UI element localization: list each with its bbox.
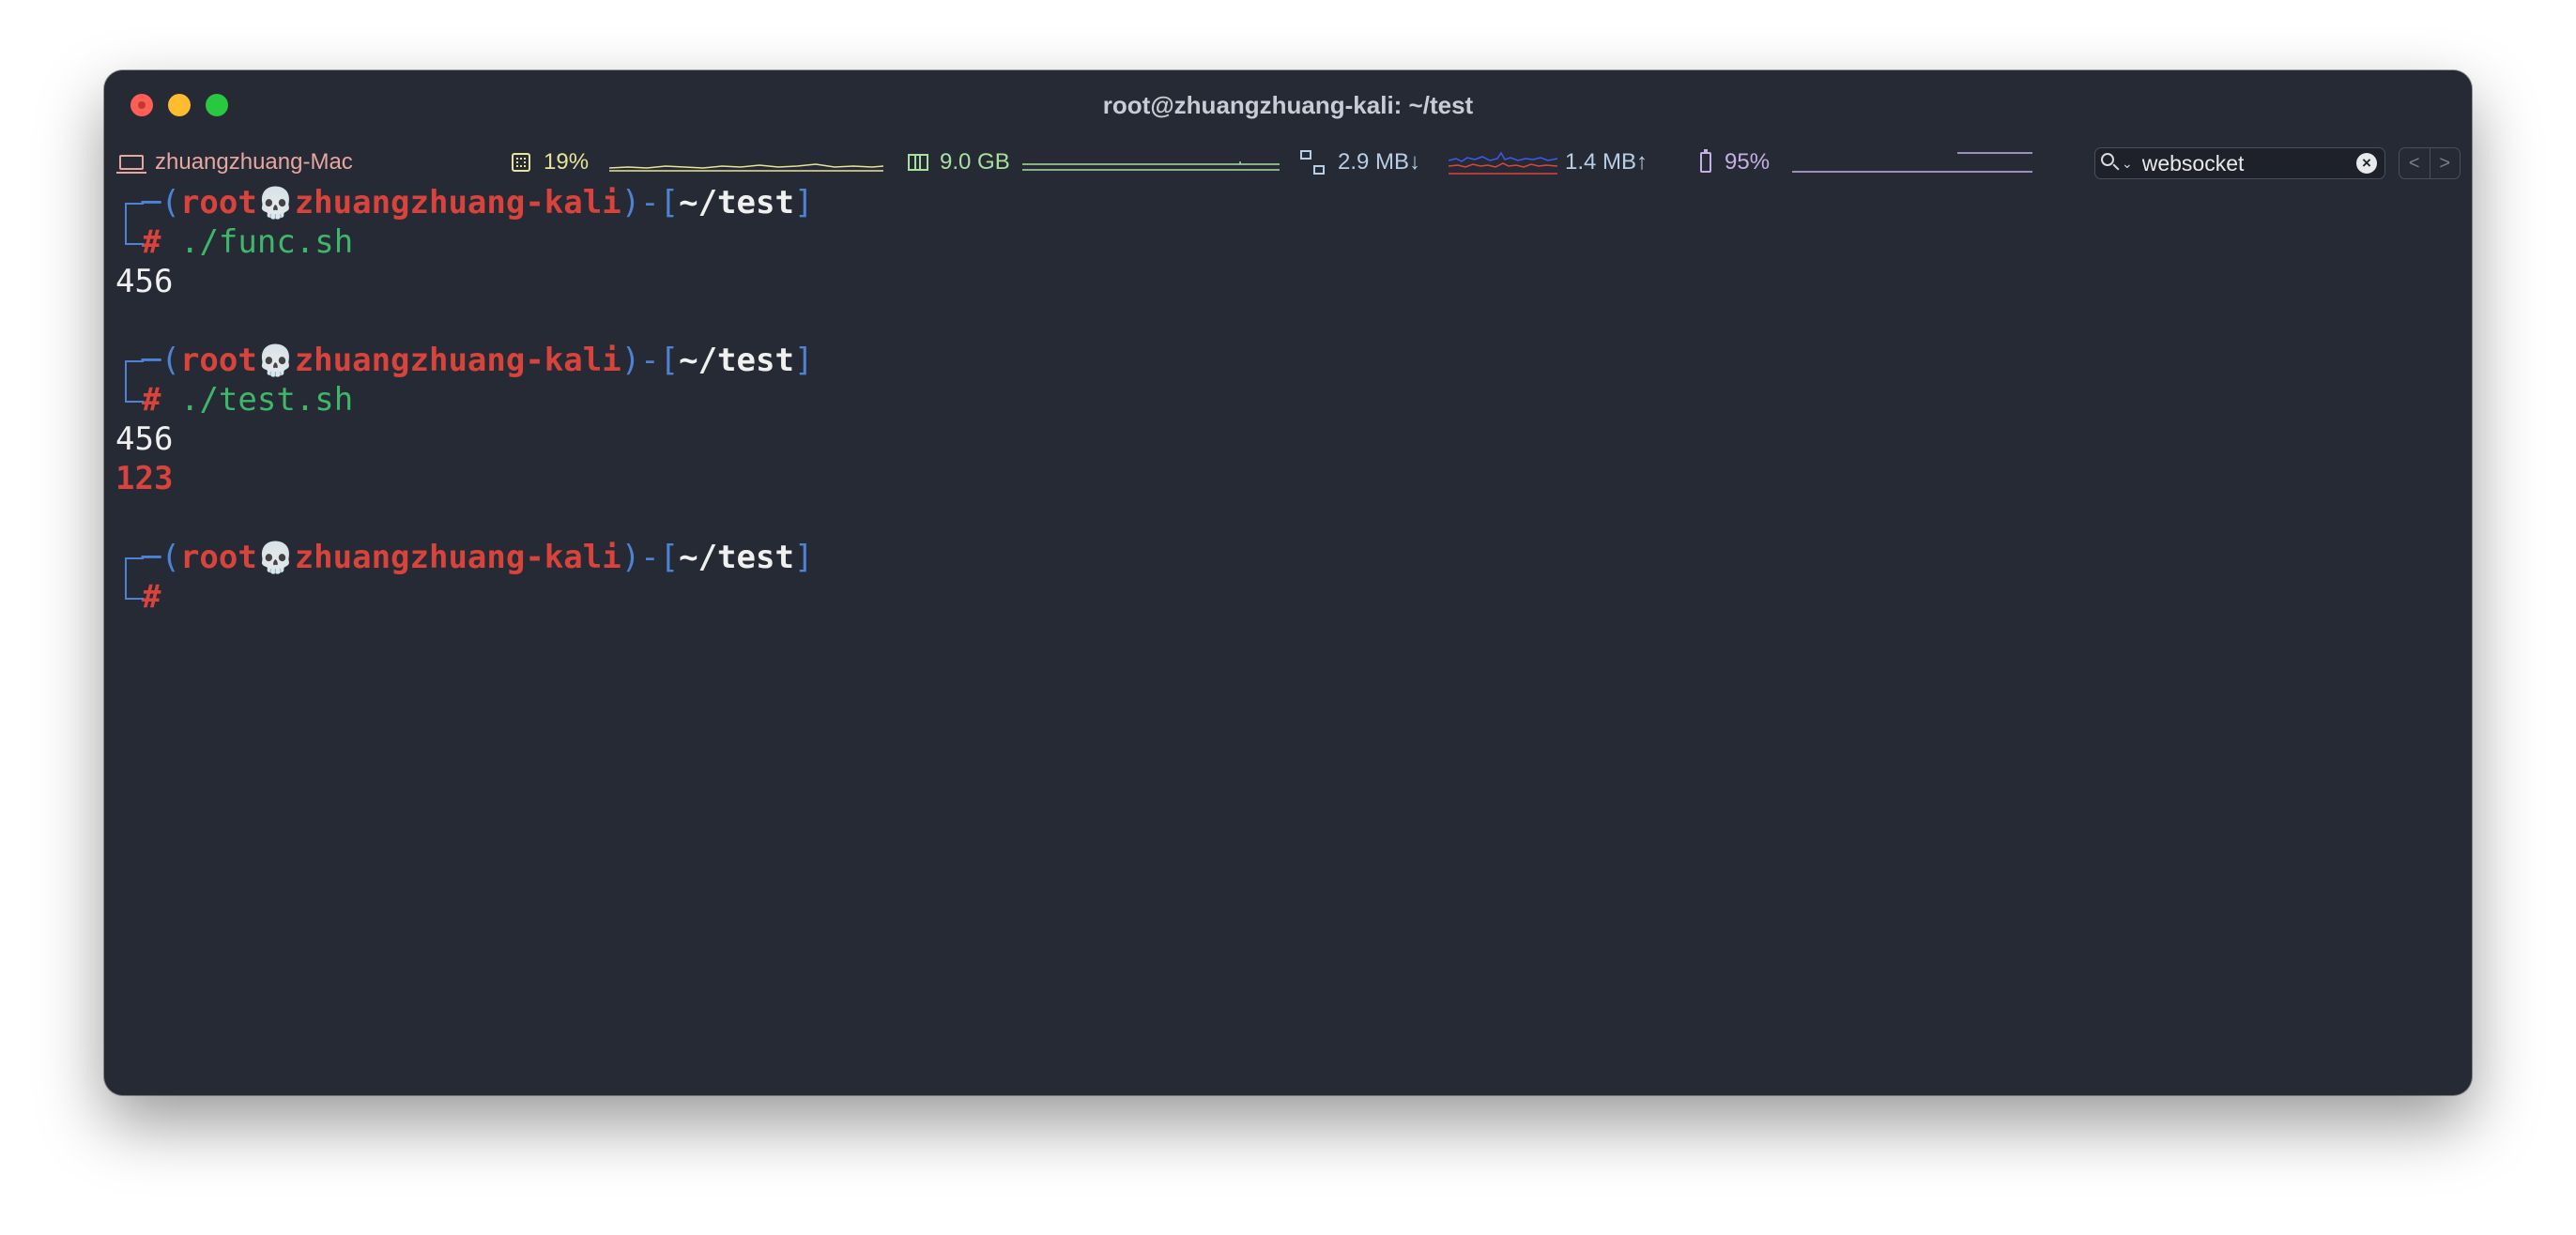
- network-sparkline: [1449, 142, 1557, 183]
- skull-icon: 💀: [256, 343, 295, 378]
- memory-usage: 9.0 GB: [940, 149, 1010, 175]
- search-input[interactable]: [2141, 150, 2356, 176]
- search-box[interactable]: ⌄ ×: [2094, 147, 2385, 179]
- cpu-usage: 19%: [544, 149, 590, 175]
- prompt-frame-mid: )-[: [621, 539, 680, 576]
- prompt-cwd: ~/test: [679, 539, 794, 576]
- cpu-icon: [512, 153, 530, 172]
- output-line: 456: [115, 262, 173, 301]
- prompt-user: root: [179, 342, 257, 379]
- prompt-frame-open: ─(: [142, 539, 180, 576]
- prompt-user: root: [179, 184, 257, 221]
- prompt-frame-mid: )-[: [621, 184, 680, 221]
- prompt-frame-corner: [115, 577, 144, 617]
- window-title: root@zhuangzhuang-kali: ~/test: [1102, 91, 1474, 119]
- search-navigation: < >: [2399, 147, 2461, 179]
- prompt-host: zhuangzhuang-kali: [294, 184, 621, 221]
- search-icon[interactable]: [2095, 147, 2127, 179]
- error-output-line: 123: [115, 459, 173, 498]
- output-text: 456: [115, 263, 174, 300]
- status-network-down: 2.9 MB↓: [1300, 142, 1420, 183]
- error-output-text: 123: [115, 460, 174, 497]
- command-line[interactable]: #: [115, 577, 161, 617]
- prompt-frame-corner: [115, 538, 144, 579]
- output-line: 456: [115, 419, 173, 459]
- terminal-content[interactable]: ─(root💀zhuangzhuang-kali)-[~/test] # ./f…: [104, 183, 2472, 1095]
- memory-icon: [908, 154, 928, 171]
- command-text: ./test.sh: [179, 381, 354, 419]
- network-down: 2.9 MB↓: [1338, 149, 1421, 175]
- prompt-hash: #: [142, 381, 161, 419]
- prompt-frame-close: ]: [793, 539, 814, 576]
- memory-sparkline: [1022, 142, 1280, 183]
- prompt-frame-corner: [115, 341, 144, 382]
- prompt-header: ─(root💀zhuangzhuang-kali)-[~/test]: [115, 341, 814, 382]
- prompt-frame-close: ]: [793, 342, 814, 379]
- network-up: 1.4 MB↑: [1565, 149, 1648, 175]
- prompt-cwd: ~/test: [679, 184, 794, 221]
- prompt-host: zhuangzhuang-kali: [294, 539, 621, 576]
- prompt-header: ─(root💀zhuangzhuang-kali)-[~/test]: [115, 538, 814, 579]
- prompt-hash: #: [142, 223, 161, 261]
- skull-icon: 💀: [256, 540, 295, 575]
- prompt-hash: #: [142, 578, 161, 616]
- network-icon: [1300, 150, 1325, 175]
- status-cpu: 19%: [512, 142, 589, 183]
- status-host: zhuangzhuang-Mac: [116, 142, 353, 183]
- previous-match-button[interactable]: <: [2400, 148, 2430, 178]
- output-text: 456: [115, 420, 174, 458]
- prompt-header: ─(root💀zhuangzhuang-kali)-[~/test]: [115, 183, 814, 224]
- prompt-frame-corner: [115, 380, 144, 419]
- command-line: # ./test.sh: [115, 380, 353, 419]
- battery-sparkline: [1792, 142, 2032, 183]
- status-network-up: 1.4 MB↑: [1565, 142, 1648, 183]
- command-line: # ./func.sh: [115, 222, 353, 262]
- laptop-icon: [116, 155, 146, 174]
- prompt-host: zhuangzhuang-kali: [294, 342, 621, 379]
- prompt-frame-open: ─(: [142, 184, 180, 221]
- status-memory: 9.0 GB: [908, 142, 1010, 183]
- prompt-cwd: ~/test: [679, 342, 794, 379]
- terminal-window: root@zhuangzhuang-kali: ~/test zhuangzhu…: [104, 70, 2472, 1095]
- battery-level: 95%: [1725, 149, 1771, 175]
- next-match-button[interactable]: >: [2429, 148, 2461, 178]
- cpu-sparkline: [609, 142, 883, 183]
- skull-icon: 💀: [256, 185, 295, 221]
- prompt-frame-corner: [115, 222, 144, 262]
- prompt-frame-open: ─(: [142, 342, 180, 379]
- prompt-user: root: [179, 539, 257, 576]
- prompt-frame-close: ]: [793, 184, 814, 221]
- status-battery: 95%: [1700, 142, 1770, 183]
- battery-icon: [1700, 149, 1711, 173]
- title-bar: root@zhuangzhuang-kali: ~/test: [104, 70, 2472, 142]
- clear-search-icon[interactable]: ×: [2356, 153, 2377, 174]
- prompt-frame-corner: [115, 183, 144, 224]
- command-text: ./func.sh: [179, 223, 354, 261]
- prompt-frame-mid: )-[: [621, 342, 680, 379]
- host-name: zhuangzhuang-Mac: [155, 149, 353, 175]
